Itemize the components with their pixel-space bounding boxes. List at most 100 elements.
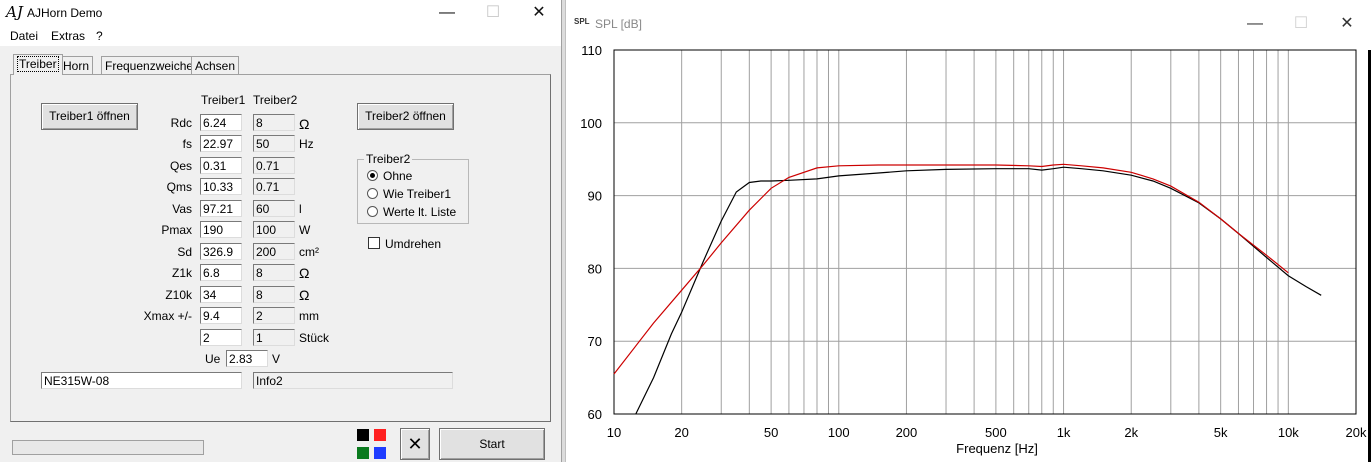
- x-tick-label: 5k: [1214, 425, 1228, 440]
- menu-help[interactable]: ?: [96, 29, 103, 43]
- param-unit: Stück: [299, 331, 330, 345]
- treiber1-pmax-field[interactable]: 190: [200, 221, 242, 238]
- param-unit: W: [299, 223, 311, 237]
- tab-horn[interactable]: Horn: [59, 56, 94, 75]
- x-tick-label: 50: [764, 425, 778, 440]
- spl-window: SPL SPL [dB] — ☐ ✕ 60 70 80 90 100 110 10 20 50…: [565, 0, 1371, 462]
- driver1-name-field[interactable]: NE315W-08: [41, 372, 242, 389]
- treiber2-rdc-field: 8: [253, 114, 295, 131]
- tab-frequenzweiche[interactable]: Frequenzweiche: [101, 56, 198, 75]
- treiber1-sd-field[interactable]: 326.9: [200, 243, 242, 260]
- tab-frequenzweiche-label: Frequenzweiche: [105, 59, 194, 73]
- y-tick-label: 90: [588, 189, 602, 204]
- option-label: Ohne: [383, 169, 413, 183]
- x-tick-label: 2k: [1124, 425, 1138, 440]
- menu-extras[interactable]: Extras: [51, 29, 85, 43]
- treiber1-vas-field[interactable]: 97.21: [200, 200, 242, 217]
- radio-werte-liste[interactable]: [367, 206, 378, 217]
- treiber1-rdc-field[interactable]: 6.24: [200, 114, 242, 131]
- treiber2-pmax-field: 100: [253, 221, 295, 238]
- x-tick-label: 1k: [1057, 425, 1071, 440]
- treiber2-z10k-field: 8: [253, 286, 295, 303]
- app-icon: AJ: [6, 3, 23, 21]
- radio-wie-treiber1[interactable]: [367, 188, 378, 199]
- x-tick-label: 20k: [1346, 425, 1367, 440]
- progress-bar: [12, 440, 204, 455]
- ue-field[interactable]: 2.83: [226, 350, 268, 367]
- y-tick-label: 80: [588, 261, 602, 276]
- x-tick-label: 10: [607, 425, 621, 440]
- treiber2-z1k-field: 8: [253, 264, 295, 281]
- treiber1-count-field[interactable]: 2: [200, 329, 242, 346]
- x-tick-label: 10k: [1278, 425, 1299, 440]
- close-icon: ✕: [407, 434, 423, 454]
- treiber2-sd-field: 200: [253, 243, 295, 260]
- umdrehen-label: Umdrehen: [385, 237, 442, 251]
- tab-achsen-label: Achsen: [195, 59, 236, 73]
- param-label: Qes: [169, 159, 192, 173]
- series-line-1: [635, 166, 1322, 415]
- treiber2-vas-field: 60: [253, 200, 295, 217]
- radio-ohne[interactable]: [367, 170, 378, 181]
- ue-label: Ue: [205, 352, 221, 366]
- y-tick-label: 60: [588, 407, 602, 422]
- treiber2-count-field: 1: [253, 329, 295, 346]
- tab-treiber-label: Treiber: [17, 56, 59, 72]
- start-button[interactable]: Start: [439, 428, 545, 460]
- tab-horn-label: Horn: [63, 59, 90, 73]
- column-header-treiber2: Treiber2: [253, 93, 298, 107]
- groupbox-title: Treiber2: [364, 152, 413, 166]
- open-driver2-button[interactable]: Treiber2 öffnen: [357, 103, 454, 130]
- param-label: Sd: [177, 245, 192, 259]
- treiber2-qes-field: 0.71: [253, 157, 295, 174]
- menu-datei[interactable]: Datei: [10, 29, 38, 43]
- swatch-black[interactable]: [357, 429, 369, 441]
- x-tick-label: 500: [985, 425, 1007, 440]
- y-tick-label: 110: [581, 43, 602, 58]
- param-label: Xmax +/-: [143, 309, 192, 323]
- close-button[interactable]: ✕: [516, 0, 561, 26]
- treiber1-z10k-field[interactable]: 34: [200, 286, 242, 303]
- tab-treiber[interactable]: Treiber: [13, 54, 63, 75]
- param-unit: mm: [299, 309, 319, 323]
- y-tick-label: 70: [588, 334, 602, 349]
- x-tick-label: 100: [828, 425, 850, 440]
- treiber2-fs-field: 50: [253, 135, 295, 152]
- umdrehen-checkbox[interactable]: [368, 237, 380, 249]
- treiber1-fs-field[interactable]: 22.97: [200, 135, 242, 152]
- driver2-info-field: Info2: [253, 372, 453, 389]
- x-tick-label: 20: [674, 425, 688, 440]
- swatch-green[interactable]: [357, 447, 369, 459]
- column-header-treiber1: Treiber1: [201, 93, 246, 107]
- swatch-blue[interactable]: [374, 447, 386, 459]
- open-driver1-button[interactable]: Treiber1 öffnen: [41, 103, 138, 130]
- treiber2-qms-field: 0.71: [253, 178, 295, 195]
- treiber1-qes-field[interactable]: 0.31: [200, 157, 242, 174]
- minimize-button[interactable]: —: [424, 0, 470, 26]
- maximize-button[interactable]: ☐: [470, 0, 516, 26]
- param-unit: Ω: [299, 116, 310, 132]
- ajhorn-window: AJ AJHorn Demo — ☐ ✕ Datei Extras ? Trei…: [0, 0, 562, 462]
- param-label: Vas: [172, 202, 192, 216]
- param-unit: Ω: [299, 287, 310, 303]
- param-unit: l: [299, 202, 302, 216]
- param-label: Z1k: [171, 266, 192, 280]
- ue-unit: V: [272, 352, 281, 366]
- swatch-red[interactable]: [374, 429, 386, 441]
- treiber1-xmax-field[interactable]: 9.4: [200, 307, 242, 324]
- param-unit: cm²: [299, 245, 319, 259]
- treiber1-qms-field[interactable]: 10.33: [200, 178, 242, 195]
- treiber2-xmax-field: 2: [253, 307, 295, 324]
- menu-bar: Datei Extras ?: [0, 26, 561, 46]
- param-label: Rdc: [170, 116, 192, 130]
- param-unit: Hz: [299, 137, 314, 151]
- clear-button[interactable]: ✕: [400, 428, 430, 460]
- param-unit: Ω: [299, 265, 310, 281]
- x-tick-label: 200: [896, 425, 918, 440]
- title-bar: AJ AJHorn Demo — ☐ ✕: [0, 0, 561, 26]
- plot-frame: [613, 49, 1357, 415]
- param-label: Qms: [166, 180, 192, 194]
- tab-achsen[interactable]: Achsen: [191, 56, 240, 75]
- treiber1-z1k-field[interactable]: 6.8: [200, 264, 242, 281]
- x-axis-title: Frequenz [Hz]: [956, 441, 1038, 456]
